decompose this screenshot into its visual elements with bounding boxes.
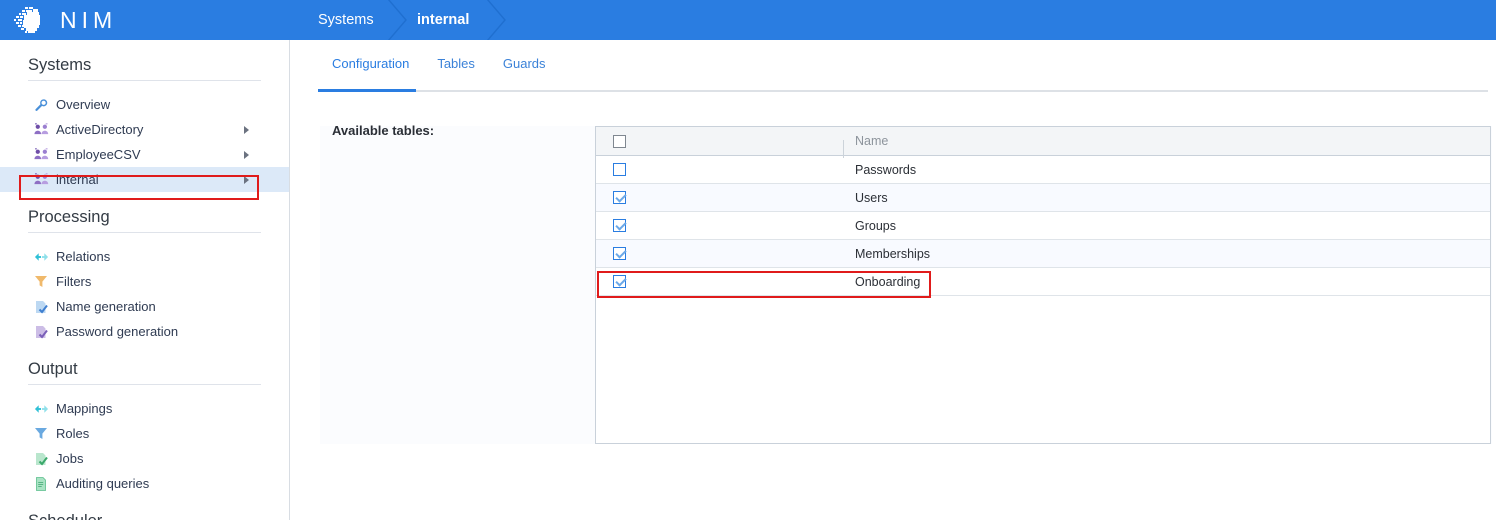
document-check-icon	[32, 451, 50, 467]
row-checkbox[interactable]	[613, 163, 626, 176]
arrows-icon	[32, 401, 50, 417]
sidebar-item-activedirectory[interactable]: ActiveDirectory	[0, 117, 289, 142]
select-all-checkbox[interactable]	[613, 135, 626, 148]
divider	[28, 80, 261, 81]
tab-bar: Configuration Tables Guards	[318, 56, 560, 81]
arrows-icon	[32, 249, 50, 265]
sidebar-item-roles[interactable]: Roles	[0, 421, 289, 446]
tab-configuration[interactable]: Configuration	[318, 56, 423, 81]
sidebar-section-systems: Systems Overview	[0, 40, 289, 192]
row-checkbox[interactable]	[613, 275, 626, 288]
breadcrumb: Systems internal	[290, 0, 1496, 40]
table-row[interactable]: Memberships	[596, 240, 1490, 268]
sidebar-item-name-generation[interactable]: Name generation	[0, 294, 289, 319]
main-content: Configuration Tables Guards Available ta…	[290, 40, 1496, 520]
sidebar-item-label: Name generation	[56, 299, 156, 314]
document-icon	[32, 476, 50, 492]
sidebar-heading-processing: Processing	[28, 192, 261, 227]
row-name: Users	[844, 191, 888, 205]
users-icon	[32, 172, 50, 188]
sidebar-item-mappings[interactable]: Mappings	[0, 396, 289, 421]
table-row[interactable]: Passwords	[596, 156, 1490, 184]
sidebar-item-auditing-queries[interactable]: Auditing queries	[0, 471, 289, 496]
tab-active-indicator	[318, 89, 416, 92]
divider	[28, 384, 261, 385]
table-header-select-all-cell	[596, 135, 844, 148]
row-checkbox-cell	[596, 247, 844, 260]
sidebar-item-jobs[interactable]: Jobs	[0, 446, 289, 471]
row-name: Onboarding	[844, 275, 920, 289]
funnel-icon	[32, 274, 50, 290]
tab-tables[interactable]: Tables	[423, 56, 489, 81]
users-icon	[32, 122, 50, 138]
available-tables-label: Available tables:	[332, 123, 434, 138]
sidebar-item-employeecsv[interactable]: EmployeeCSV	[0, 142, 289, 167]
table-header-name: Name	[844, 134, 888, 148]
row-checkbox[interactable]	[613, 247, 626, 260]
sidebar-item-label: Filters	[56, 274, 91, 289]
breadcrumb-item-internal[interactable]: internal	[417, 0, 469, 40]
wrench-icon	[32, 97, 50, 113]
sidebar-item-label: Auditing queries	[56, 476, 149, 491]
sidebar-item-label: Password generation	[56, 324, 178, 339]
divider	[28, 232, 261, 233]
sidebar-item-overview[interactable]: Overview	[0, 92, 289, 117]
sidebar-item-filters[interactable]: Filters	[0, 269, 289, 294]
row-checkbox-cell	[596, 219, 844, 232]
sidebar-item-label: Jobs	[56, 451, 83, 466]
sidebar-item-label: Mappings	[56, 401, 112, 416]
sidebar-heading-systems: Systems	[28, 40, 261, 75]
breadcrumb-item-systems[interactable]: Systems	[318, 0, 374, 40]
table-row[interactable]: Users	[596, 184, 1490, 212]
sidebar-section-output: Output Mappings Roles	[0, 344, 289, 496]
tab-bar-underline	[318, 90, 1488, 92]
table-row[interactable]: Onboarding	[596, 268, 1490, 296]
chevron-separator-icon	[386, 0, 416, 40]
sidebar-list-processing: Relations Filters Name generati	[0, 244, 289, 344]
sidebar-item-label: EmployeeCSV	[56, 147, 141, 162]
pixel-head-logo-icon	[4, 2, 54, 38]
sidebar-item-label: Roles	[56, 426, 89, 441]
row-checkbox[interactable]	[613, 191, 626, 204]
chevron-right-icon[interactable]	[244, 151, 249, 159]
users-icon	[32, 147, 50, 163]
sidebar-item-label: internal	[56, 172, 99, 187]
sidebar-section-scheduler: Scheduler	[0, 496, 289, 520]
chevron-right-icon[interactable]	[244, 176, 249, 184]
sidebar-heading-scheduler: Scheduler	[28, 496, 261, 520]
table-header-row: Name	[596, 127, 1490, 156]
sidebar-item-label: Relations	[56, 249, 110, 264]
row-checkbox[interactable]	[613, 219, 626, 232]
sidebar-item-relations[interactable]: Relations	[0, 244, 289, 269]
document-check-icon	[32, 324, 50, 340]
row-name: Passwords	[844, 163, 916, 177]
row-name: Memberships	[844, 247, 930, 261]
sidebar-item-label: Overview	[56, 97, 110, 112]
app-root: NIM Systems internal Systems Overview	[0, 0, 1496, 520]
sidebar-item-password-generation[interactable]: Password generation	[0, 319, 289, 344]
row-checkbox-cell	[596, 163, 844, 176]
document-check-icon	[32, 299, 50, 315]
sidebar: Systems Overview	[0, 40, 289, 520]
table-row[interactable]: Groups	[596, 212, 1490, 240]
brand-title: NIM	[60, 7, 117, 34]
row-name: Groups	[844, 219, 896, 233]
sidebar-item-label: ActiveDirectory	[56, 122, 143, 137]
brand-bar: NIM	[0, 0, 290, 40]
sidebar-list-output: Mappings Roles Jobs	[0, 396, 289, 496]
sidebar-list-systems: Overview ActiveDirectory	[0, 92, 289, 192]
sidebar-section-processing: Processing Relations Filte	[0, 192, 289, 344]
chevron-separator-icon-2	[485, 0, 515, 40]
sidebar-heading-output: Output	[28, 344, 261, 379]
row-checkbox-cell	[596, 275, 844, 288]
sidebar-item-internal[interactable]: internal	[0, 167, 289, 192]
tab-guards[interactable]: Guards	[489, 56, 560, 81]
funnel-icon	[32, 426, 50, 442]
row-checkbox-cell	[596, 191, 844, 204]
available-tables-table: Name Passwords Users Groups	[595, 126, 1491, 444]
chevron-right-icon[interactable]	[244, 126, 249, 134]
